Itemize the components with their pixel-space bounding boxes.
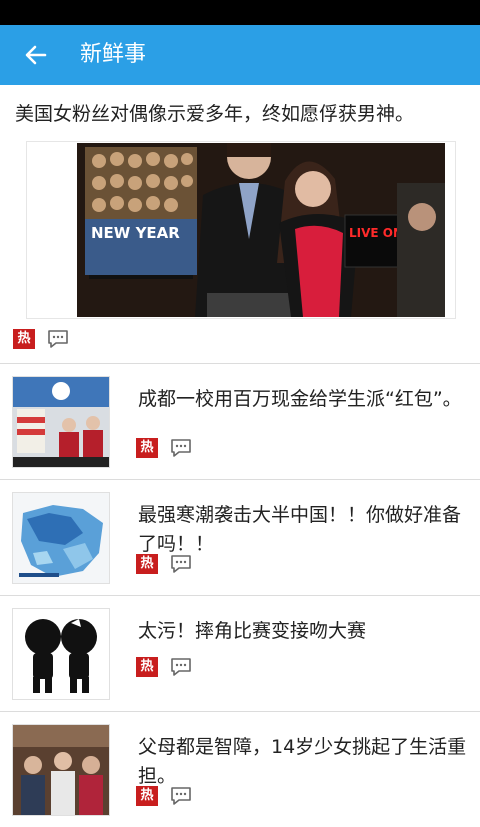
arrow-left-icon: [25, 45, 47, 65]
featured-article[interactable]: 美国女粉丝对偶像示爱多年，终如愿俘获男神。 NEW YEAR LIVE ON A…: [0, 85, 480, 363]
hot-badge: 热: [13, 329, 35, 349]
hot-badge: 热: [136, 657, 158, 677]
news-item[interactable]: 父母都是智障，14岁少女挑起了生活重担。 热: [0, 711, 480, 827]
news-thumbnail: [12, 608, 110, 700]
news-item[interactable]: 成都一校用百万现金给学生派“红包”。 热: [0, 363, 480, 479]
featured-photo: NEW YEAR LIVE ON AIR: [77, 143, 445, 317]
comment-icon[interactable]: [170, 786, 192, 806]
featured-article-image: NEW YEAR LIVE ON AIR: [26, 141, 456, 319]
news-thumbnail: [12, 492, 110, 584]
news-title: 父母都是智障，14岁少女挑起了生活重担。: [138, 736, 467, 787]
couple-photo: NEW YEAR LIVE ON AIR: [77, 143, 445, 317]
comment-icon[interactable]: [170, 657, 192, 677]
hot-badge: 热: [136, 438, 158, 458]
page-title: 新鲜事: [80, 42, 147, 67]
hot-badge: 热: [136, 786, 158, 806]
hot-badge: 热: [136, 554, 158, 574]
news-thumbnail: [12, 376, 110, 468]
back-button[interactable]: [14, 35, 58, 75]
status-bar: [0, 0, 480, 25]
news-item[interactable]: 最强寒潮袭击大半中国！！你做好准备了吗！！ 热: [0, 479, 480, 595]
app-bar: 新鲜事: [0, 25, 480, 85]
news-title: 最强寒潮袭击大半中国！！你做好准备了吗！！: [138, 504, 462, 555]
comment-icon[interactable]: [170, 438, 192, 458]
poster-text: NEW YEAR: [91, 224, 180, 242]
featured-article-title: 美国女粉丝对偶像示爱多年，终如愿俘获男神。: [15, 103, 415, 125]
news-title: 太污！摔角比赛变接吻大赛: [138, 620, 367, 642]
news-thumbnail: [12, 724, 110, 816]
comment-icon[interactable]: [47, 329, 69, 349]
news-title: 成都一校用百万现金给学生派“红包”。: [138, 388, 462, 410]
news-item[interactable]: 太污！摔角比赛变接吻大赛 热: [0, 595, 480, 711]
comment-icon[interactable]: [170, 554, 192, 574]
